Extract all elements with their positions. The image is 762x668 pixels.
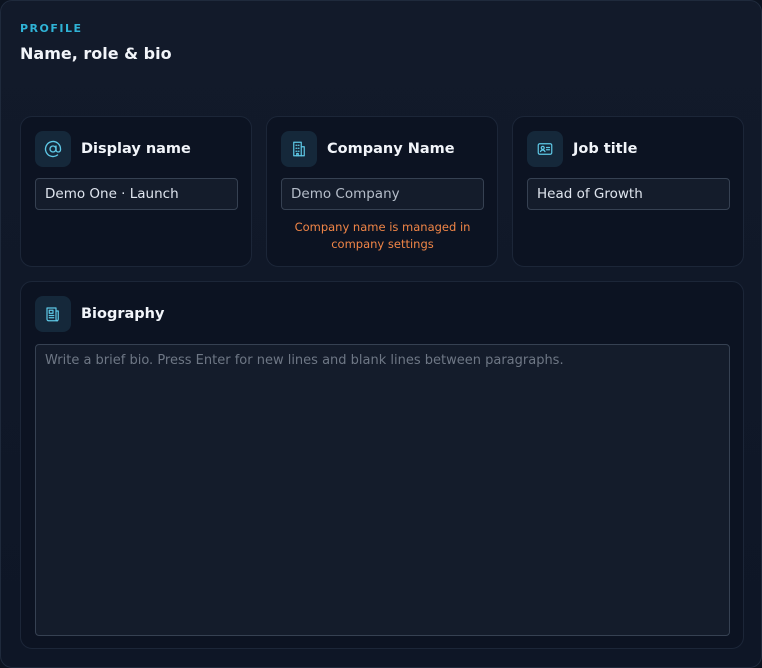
biography-header: Biography (35, 296, 164, 332)
newspaper-icon (35, 296, 71, 332)
job-title-label: Job title (573, 141, 638, 157)
section-title: Name, role & bio (20, 44, 172, 63)
section-eyebrow: PROFILE (20, 22, 83, 35)
display-name-card: Display name (20, 116, 252, 267)
company-name-note: Company name is managed in company setti… (294, 220, 471, 251)
company-name-label: Company Name (327, 141, 455, 157)
job-title-input[interactable] (527, 178, 730, 210)
at-sign-icon (35, 131, 71, 167)
job-title-card: Job title (512, 116, 744, 267)
biography-textarea[interactable] (35, 344, 730, 636)
display-name-input[interactable] (35, 178, 238, 210)
company-name-header: Company Name (281, 131, 455, 167)
biography-label: Biography (81, 306, 165, 322)
display-name-header: Display name (35, 131, 191, 167)
company-name-input (281, 178, 484, 210)
profile-panel: PROFILE Name, role & bio Display name De… (0, 0, 762, 668)
id-card-icon (527, 131, 563, 167)
display-name-label: Display name (81, 141, 191, 157)
building-icon (281, 131, 317, 167)
job-title-header: Job title (527, 131, 637, 167)
company-name-card: Company Name Company name is managed in … (266, 116, 498, 267)
biography-card: Biography (20, 281, 744, 649)
